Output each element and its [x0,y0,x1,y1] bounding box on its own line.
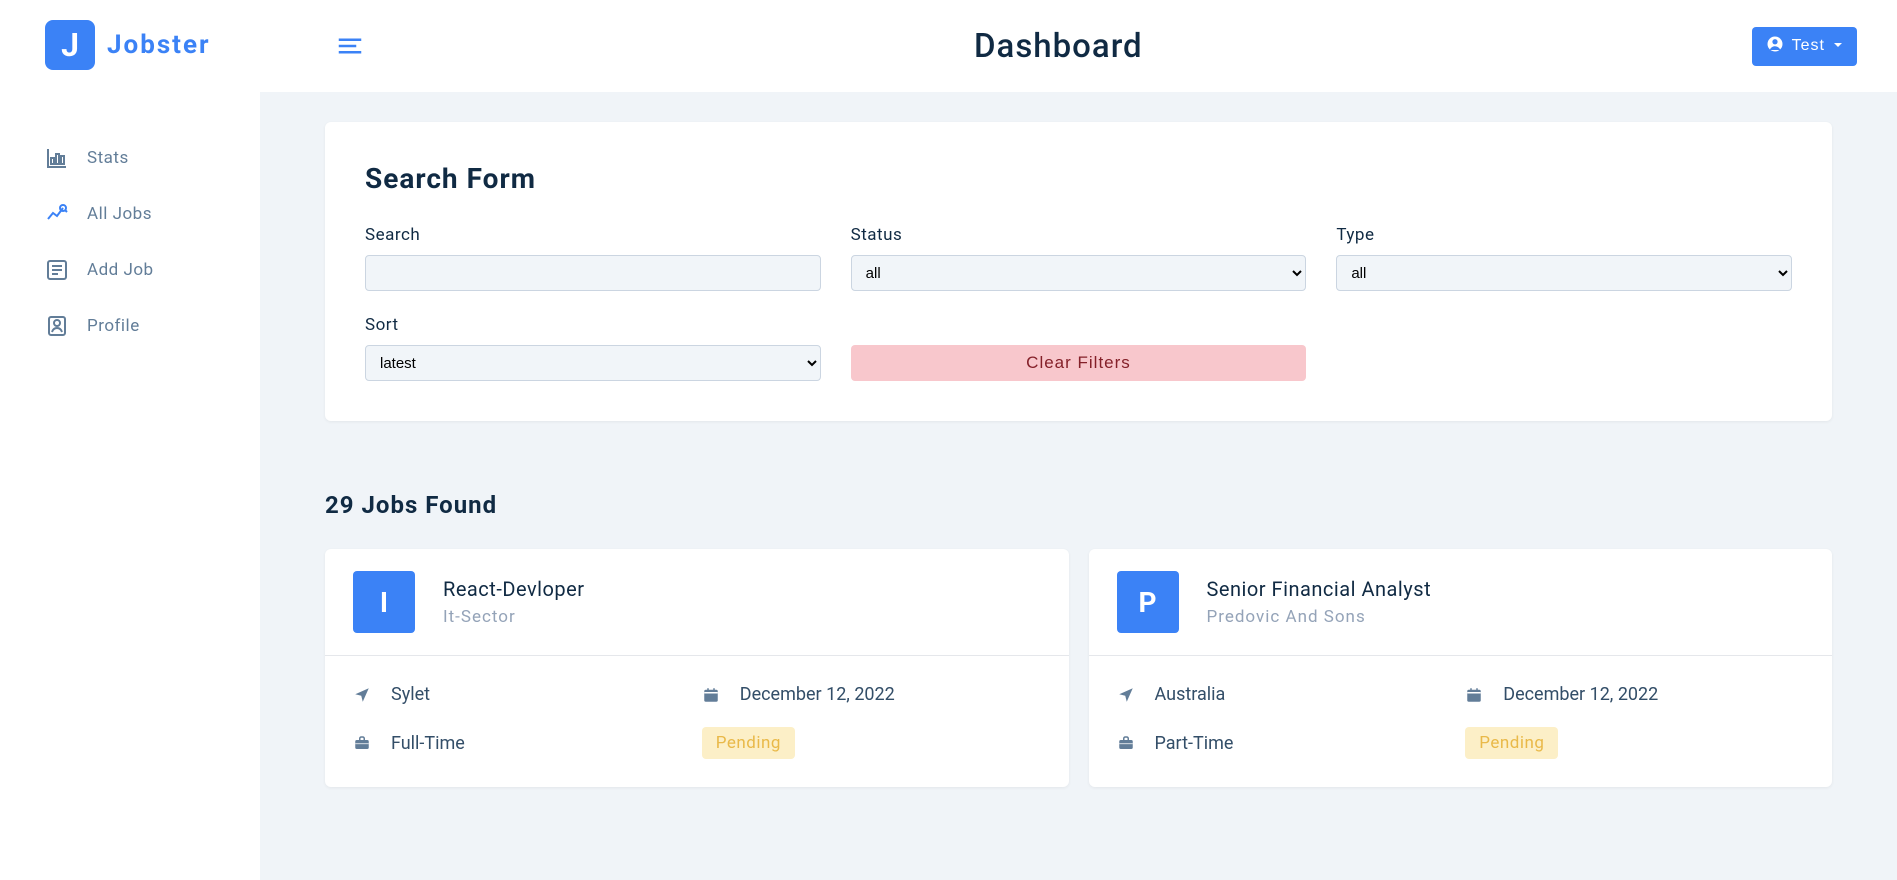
job-date: December 12, 2022 [1465,684,1804,705]
search-field: Search [365,225,821,291]
location-arrow-icon [1117,686,1137,704]
job-title: Senior Financial Analyst [1207,577,1432,601]
sidebar-item-stats[interactable]: Stats [45,130,260,186]
sidebar-item-add-job[interactable]: Add Job [45,242,260,298]
nav-label: Add Job [87,260,154,280]
sort-field: Sort latest [365,315,821,381]
sort-label: Sort [365,315,821,335]
form-icon [45,258,69,282]
job-company: It-Sector [443,607,585,627]
calendar-icon [1465,686,1485,704]
nav: Stats All Jobs Add Job Profile [0,130,260,354]
user-label: Test [1792,37,1825,55]
type-label: Type [1336,225,1792,245]
content: Search Form Search Status all Type all [260,92,1897,880]
search-label: Search [365,225,821,245]
job-avatar: I [353,571,415,633]
user-circle-icon [1766,35,1784,58]
search-form-card: Search Form Search Status all Type all [325,122,1832,421]
status-select[interactable]: all [851,255,1307,291]
location-arrow-icon [353,686,373,704]
main: Dashboard Test Search Form Search Status [260,0,1897,880]
sidebar-item-profile[interactable]: Profile [45,298,260,354]
briefcase-icon [1117,734,1137,752]
user-menu-button[interactable]: Test [1752,27,1857,66]
logo-icon: J [45,20,95,70]
nav-label: Stats [87,148,129,168]
topbar: Dashboard Test [260,0,1897,92]
search-input[interactable] [365,255,821,291]
profile-icon [45,314,69,338]
briefcase-icon [353,734,373,752]
page-title: Dashboard [974,27,1143,66]
job-company: Predovic And Sons [1207,607,1432,627]
nav-label: All Jobs [87,204,152,224]
nav-label: Profile [87,316,140,336]
job-location: Sylet [353,684,692,705]
status-badge: Pending [1465,727,1558,759]
type-field: Type all [1336,225,1792,291]
status-field: Status all [851,225,1307,291]
sidebar-item-all-jobs[interactable]: All Jobs [45,186,260,242]
job-title: React-Devloper [443,577,585,601]
sidebar: J Jobster Stats All Jobs Add Job Profil [0,0,260,880]
job-type: Full-Time [353,727,692,759]
sort-select[interactable]: latest [365,345,821,381]
job-card: P Senior Financial Analyst Predovic And … [1089,549,1833,787]
clear-filters-button[interactable]: Clear Filters [851,345,1307,381]
type-select[interactable]: all [1336,255,1792,291]
status-badge: Pending [702,727,795,759]
status-label: Status [851,225,1307,245]
job-location: Australia [1117,684,1456,705]
jobs-grid: I React-Devloper It-Sector Sylet Decembe… [325,549,1832,787]
results-count: 29 Jobs Found [325,491,1832,519]
search-form-title: Search Form [365,162,1792,195]
caret-down-icon [1833,37,1843,55]
job-date: December 12, 2022 [702,684,1041,705]
search-chart-icon [45,202,69,226]
job-avatar: P [1117,571,1179,633]
logo[interactable]: J Jobster [0,20,260,70]
job-card: I React-Devloper It-Sector Sylet Decembe… [325,549,1069,787]
job-type: Part-Time [1117,727,1456,759]
bar-chart-icon [45,146,69,170]
menu-toggle-icon[interactable] [335,31,365,61]
calendar-icon [702,686,722,704]
logo-text: Jobster [107,30,211,60]
